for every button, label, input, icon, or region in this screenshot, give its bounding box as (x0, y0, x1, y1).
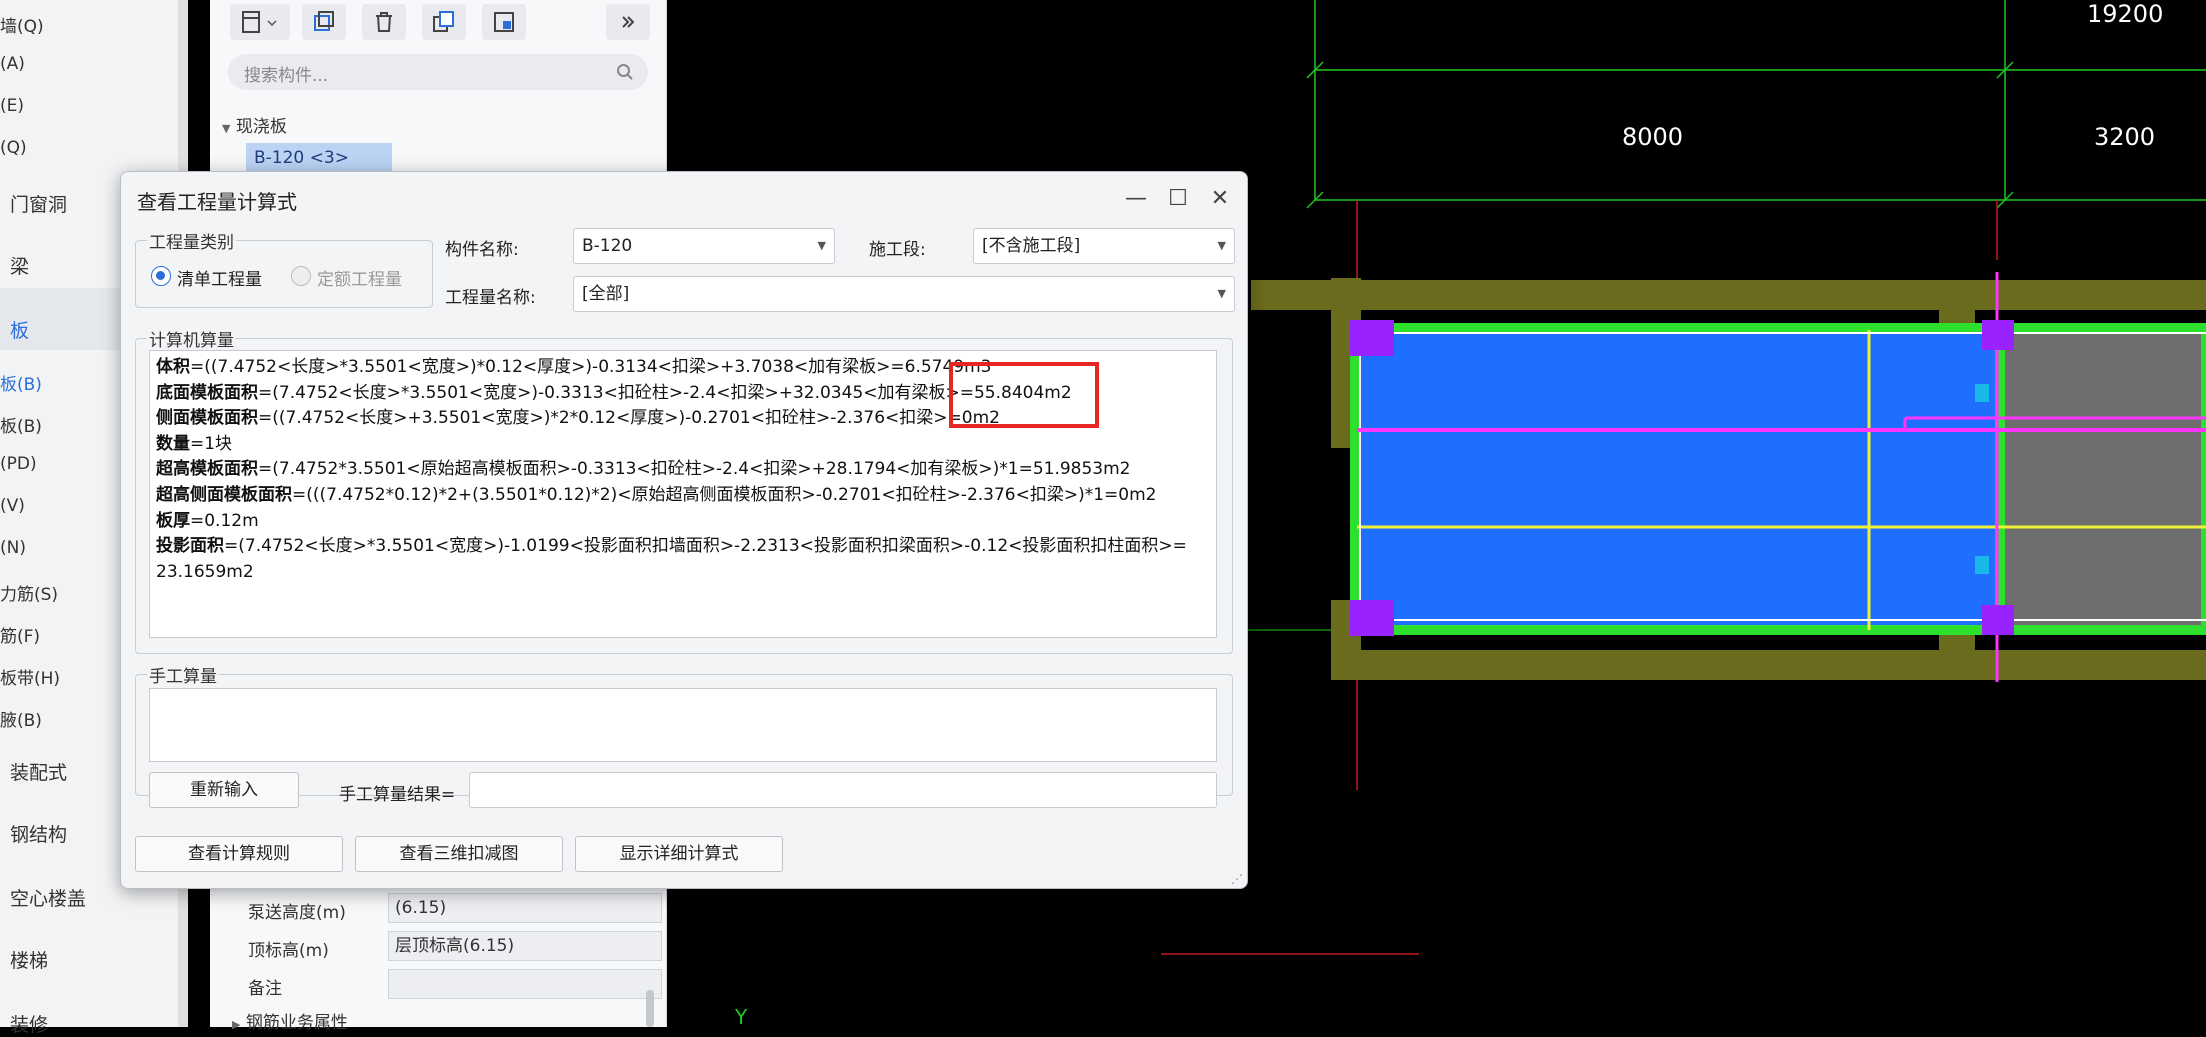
prop-label: 顶标高(m) (248, 941, 329, 961)
nav-item[interactable]: 空心楼盖 (10, 884, 86, 911)
close-icon[interactable]: ✕ (1203, 184, 1237, 214)
expand-icon[interactable] (606, 4, 650, 40)
quantity-name-value: [全部] (582, 284, 630, 304)
prop-row-pump-height: 泵送高度(m) (6.15) (230, 893, 666, 925)
tree-group-label: 现浇板 (235, 117, 287, 137)
nav-item[interactable]: 楼梯 (10, 946, 48, 973)
show-detail-formula-button[interactable]: 显示详细计算式 (575, 836, 783, 872)
manual-formula-textarea[interactable] (149, 688, 1217, 762)
component-name-label: 构件名称: (445, 240, 519, 260)
prop-group-rebar[interactable]: ▶ 钢筋业务属性 (232, 1008, 348, 1033)
tree-group-cast-slab[interactable]: ▼ 现浇板 (222, 112, 287, 137)
component-search[interactable]: 搜索构件... (228, 54, 648, 90)
reenter-button[interactable]: 重新输入 (149, 772, 299, 808)
chevron-down-icon: ▼ (1217, 287, 1226, 300)
nav-item[interactable]: (E) (0, 96, 24, 116)
nav-item[interactable]: 板 (10, 316, 29, 343)
minimize-icon[interactable]: — (1119, 184, 1153, 214)
computer-quantity-label: 计算机算量 (147, 326, 236, 351)
nav-item[interactable]: 力筋(S) (0, 580, 58, 605)
nav-item[interactable]: 筋(F) (0, 622, 40, 647)
dialog-title: 查看工程量计算式 (137, 190, 297, 214)
search-icon (617, 64, 633, 80)
stage-value: [不含施工段] (982, 236, 1081, 256)
collapse-arrow-icon[interactable]: ▼ (222, 122, 230, 135)
formula-line: 23.1659m2 (156, 561, 254, 582)
nav-item[interactable]: 装修 (10, 1010, 48, 1037)
manual-quantity-label: 手工算量 (147, 662, 219, 687)
radio-list-quantity[interactable] (151, 266, 171, 286)
copy-icon[interactable] (302, 4, 346, 40)
formula-line: 数量=1块 (156, 433, 233, 454)
nav-item[interactable]: 装配式 (10, 758, 67, 785)
nav-item[interactable]: 门窗洞 (10, 190, 67, 217)
delete-icon[interactable] (362, 4, 406, 40)
highlight-box (949, 362, 1099, 428)
radio-list-label[interactable]: 清单工程量 (177, 265, 262, 290)
prop-row-remark: 备注 (230, 969, 666, 1001)
nav-item[interactable]: 梁 (10, 252, 29, 279)
radio-quota-label[interactable]: 定额工程量 (317, 265, 402, 290)
quantity-type-label: 工程量类别 (147, 228, 236, 253)
tree-item-selected[interactable]: B-120 <3> (246, 143, 392, 173)
component-name-select[interactable]: B-120 ▼ (573, 228, 835, 264)
manual-result-field[interactable] (469, 772, 1217, 808)
nav-item[interactable]: (PD) (0, 454, 37, 474)
nav-item[interactable]: 板带(H) (0, 664, 60, 689)
new-component-button[interactable] (230, 4, 290, 40)
prop-label: 泵送高度(m) (248, 903, 346, 923)
quantity-name-label: 工程量名称: (445, 288, 536, 308)
prop-row-top-elevation: 顶标高(m) 层顶标高(6.15) (230, 931, 666, 963)
nav-item[interactable]: 墙(Q) (0, 12, 44, 37)
panel-scrollbar[interactable] (646, 990, 654, 1027)
formula-line: 超高模板面积=(7.4752*3.5501<原始超高模板面积>-0.3313<扣… (156, 459, 1131, 480)
duplicate-icon[interactable] (422, 4, 466, 40)
view-3d-deduction-button[interactable]: 查看三维扣减图 (355, 836, 563, 872)
nav-item[interactable]: 板(B) (0, 412, 42, 437)
nav-item[interactable]: (A) (0, 54, 25, 74)
formula-line: 超高侧面模板面积=(((7.4752*0.12)*2+(3.5501*0.12)… (156, 484, 1157, 505)
nav-item[interactable]: (N) (0, 538, 26, 558)
axis-y-label: Y (734, 1005, 748, 1027)
formula-line: 投影面积=(7.4752<长度>*3.5501<宽度>)-1.0199<投影面积… (156, 536, 1187, 557)
expand-arrow-icon: ▶ (232, 1018, 241, 1031)
stage-select[interactable]: [不含施工段] ▼ (973, 228, 1235, 264)
search-input[interactable]: 搜索构件... (244, 61, 328, 86)
quantity-formula-dialog: 查看工程量计算式 — ☐ ✕ 工程量类别 清单工程量 定额工程量 构件名称: B… (120, 171, 1248, 889)
prop-value[interactable]: (6.15) (388, 893, 662, 923)
stage-label: 施工段: (869, 240, 926, 260)
manual-result-label: 手工算量结果= (339, 785, 456, 805)
prop-label: 备注 (248, 979, 282, 999)
prop-group-label: 钢筋业务属性 (245, 1013, 348, 1033)
dim-text-top: 19200 (2087, 0, 2163, 28)
dim-text-left: 8000 (1622, 123, 1683, 151)
prop-value[interactable] (388, 969, 662, 999)
chevron-down-icon: ▼ (817, 239, 826, 252)
view-rules-button[interactable]: 查看计算规则 (135, 836, 343, 872)
quantity-name-select[interactable]: [全部] ▼ (573, 276, 1235, 312)
resize-grip-icon[interactable]: ⋰ (1231, 872, 1243, 886)
nav-item[interactable]: 板(B) (0, 370, 42, 395)
layer-copy-icon[interactable] (482, 4, 526, 40)
component-name-value: B-120 (582, 236, 633, 256)
nav-item[interactable]: (Q) (0, 138, 27, 158)
nav-item[interactable]: 钢结构 (10, 820, 67, 847)
maximize-icon[interactable]: ☐ (1161, 184, 1195, 214)
formula-line: 板厚=0.12m (156, 510, 259, 531)
prop-value[interactable]: 层顶标高(6.15) (388, 931, 662, 961)
radio-quota-quantity[interactable] (291, 266, 311, 286)
dim-text-right: 3200 (2094, 123, 2155, 151)
chevron-down-icon: ▼ (1217, 239, 1226, 252)
nav-item[interactable]: 腋(B) (0, 706, 42, 731)
nav-item[interactable]: (V) (0, 496, 25, 516)
